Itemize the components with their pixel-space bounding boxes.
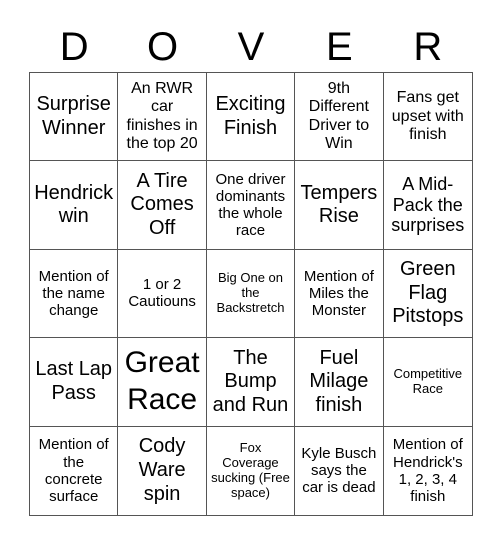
bingo-cell[interactable]: Tempers Rise [295, 161, 384, 250]
header-letter-r: R [413, 25, 443, 69]
bingo-cell[interactable]: Great Race [118, 338, 207, 427]
bingo-cell[interactable]: Mention of Hendrick's 1, 2, 3, 4 finish [384, 427, 472, 515]
bingo-cell[interactable]: Cody Ware spin [118, 426, 207, 515]
bingo-cell[interactable]: Hendrick win [30, 161, 119, 250]
bingo-cell[interactable]: One driver dominants the whole race [206, 161, 296, 250]
bingo-cell[interactable]: Green Flag Pitstops [383, 250, 472, 339]
bingo-cell[interactable]: Mention of the concrete surface [30, 426, 119, 515]
free-space-cell[interactable]: Fox Coverage sucking (Free space) [207, 426, 296, 515]
bingo-cell[interactable]: Surprise Winner [30, 73, 119, 162]
bingo-cell[interactable]: Kyle Busch says the car is dead [295, 426, 384, 515]
header-letter-d: D [59, 25, 89, 69]
bingo-cell[interactable]: Mention of the name change [30, 249, 119, 339]
bingo-cell[interactable]: Fuel Milage finish [295, 338, 384, 427]
header-letter-o: O [147, 25, 179, 69]
bingo-header: D O V E R [30, 22, 472, 72]
bingo-cell[interactable]: 9th Different Driver to Win [295, 73, 384, 162]
bingo-cell[interactable]: Big One on the Backstretch [206, 249, 296, 339]
bingo-cell[interactable]: Last Lap Pass [30, 338, 119, 427]
bingo-cell[interactable]: Fans get upset with finish [383, 73, 472, 162]
bingo-cell[interactable]: A Tire Comes Off [118, 161, 207, 250]
bingo-cell[interactable]: Competitive Race [383, 338, 472, 427]
bingo-cell[interactable]: The Bump and Run [206, 338, 296, 427]
bingo-cell[interactable]: A Mid-Pack the surprises [383, 161, 472, 250]
bingo-cell[interactable]: 1 or 2 Cautiouns [118, 249, 207, 339]
header-letter-v: V [237, 25, 265, 69]
bingo-cell[interactable]: An RWR car finishes in the top 20 [118, 73, 207, 162]
bingo-cell[interactable]: Exciting Finish [206, 73, 296, 162]
header-letter-e: E [326, 25, 353, 69]
bingo-cell[interactable]: Mention of Miles the Monster [295, 249, 384, 339]
bingo-board: Surprise Winner An RWR car finishes in t… [29, 72, 473, 516]
